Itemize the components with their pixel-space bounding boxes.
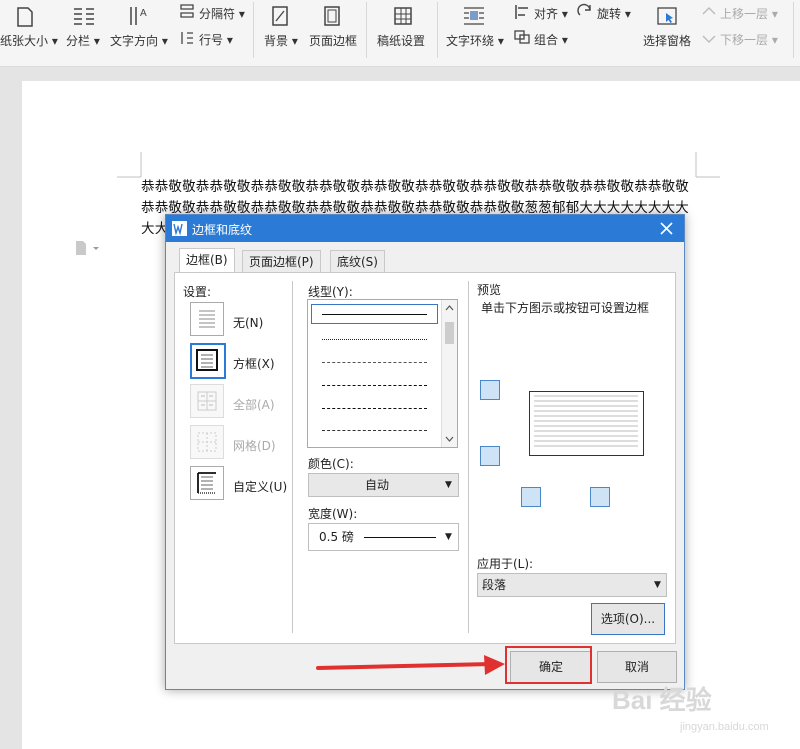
watermark-url: jingyan.baidu.com <box>680 721 769 733</box>
baidu-watermark: Bai 经验 <box>612 680 712 717</box>
annotation-arrow-icon <box>316 655 505 675</box>
watermark-brand: Bai 经验 <box>612 685 712 715</box>
